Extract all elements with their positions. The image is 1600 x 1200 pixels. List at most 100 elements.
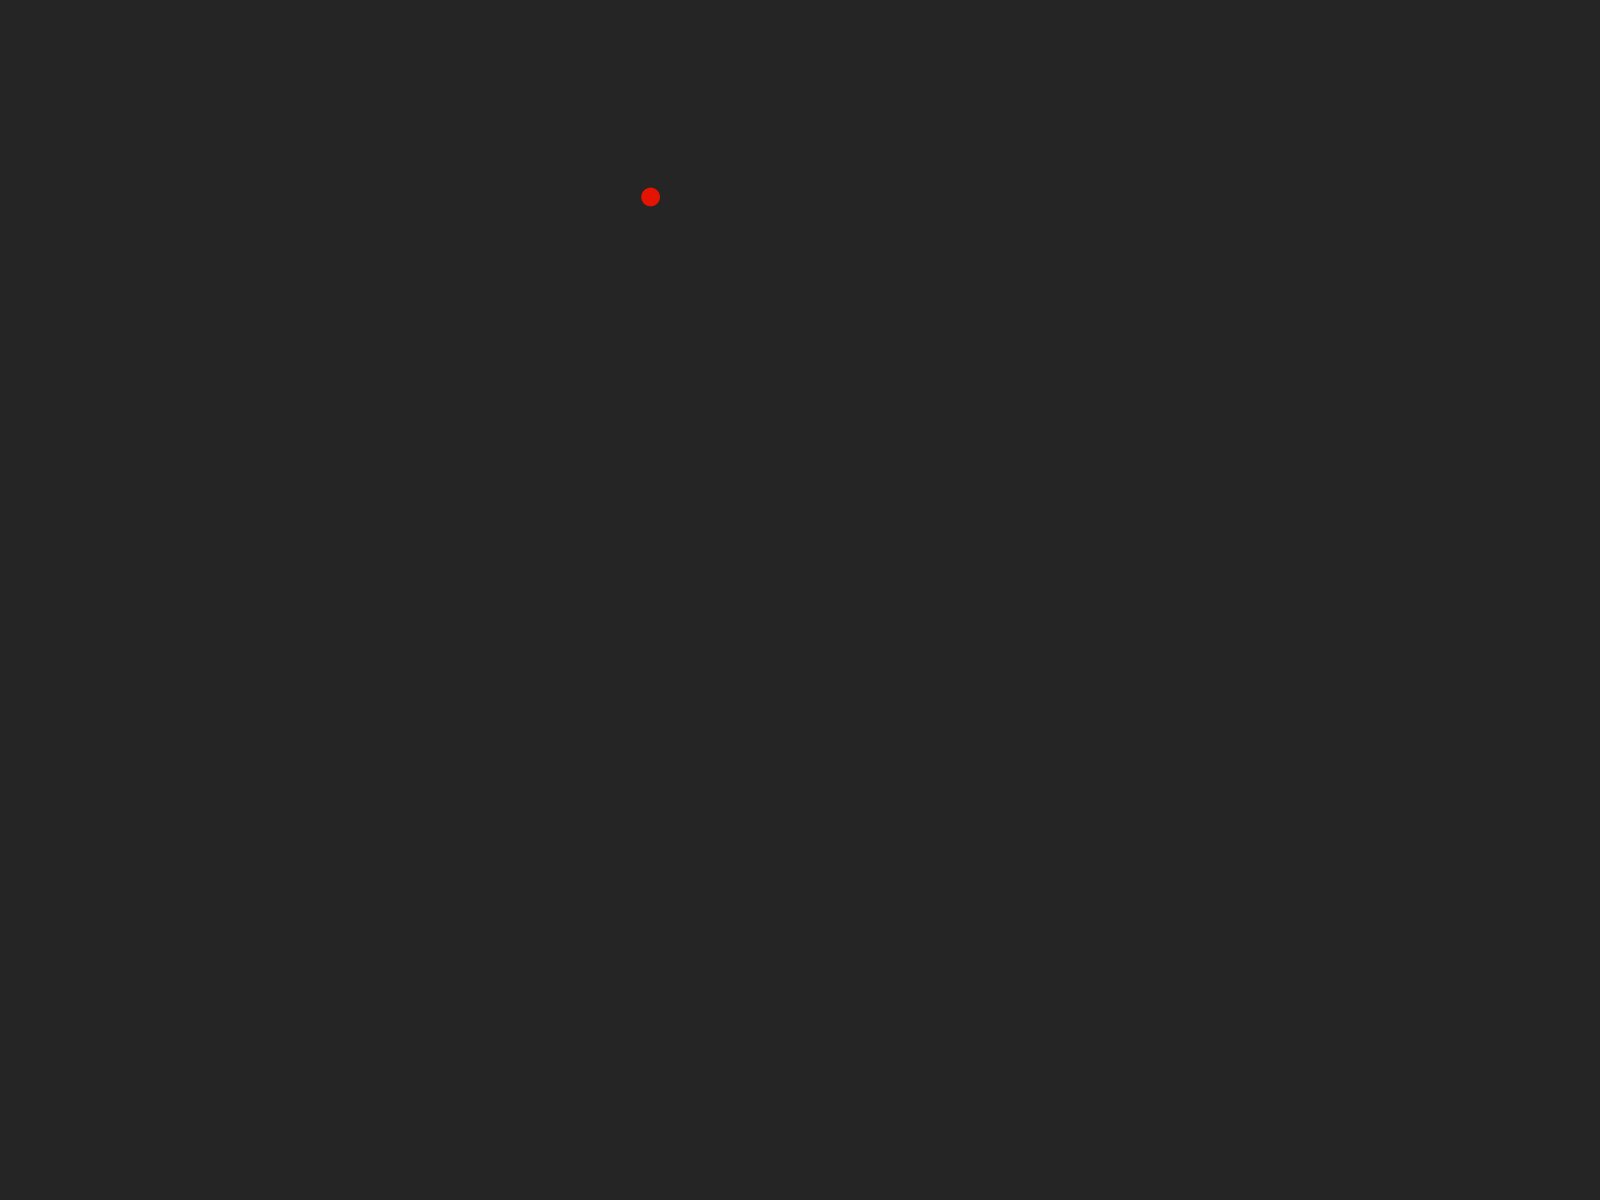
circuit-board-icon [868,5,998,135]
octoface-icon [307,901,437,1031]
info-icon [307,645,437,775]
key-icon [1430,645,1560,775]
chevron-left-icon [25,5,155,135]
remove-icon [868,1031,998,1161]
feedback-icon [25,390,155,520]
diff-added-icon [587,261,717,391]
icon-grid: 0110 PDF I { }M @ bcabac [0,0,1600,1200]
note-icon [167,901,297,1031]
file-symlink-file-icon [1289,390,1419,520]
pass-icon [1008,901,1138,1031]
file-media-icon [728,390,858,520]
git-pull-request-icon [1008,516,1138,646]
chevron-right-icon [167,5,297,135]
file-code-icon [587,390,717,520]
list-tree-icon [167,773,297,903]
refresh-icon [447,1031,577,1161]
device-camera-video-icon [167,261,297,391]
git-commit-icon [587,516,717,646]
issues-icon [728,645,858,775]
list-flat-icon [25,773,155,903]
debug-breakpoint-unsupported-icon [728,132,858,262]
file-zip-icon [1430,390,1560,520]
inbox-icon [167,645,297,775]
go-to-file-icon [1430,516,1560,646]
radio-tower-icon [25,1031,155,1161]
list-unordered-icon [307,773,437,903]
file-icon [167,390,297,520]
clippy-icon [1149,5,1279,135]
megaphone-icon [1289,773,1419,903]
close-all-icon [1430,5,1560,135]
markdown-icon: M [1149,773,1279,903]
location-icon [587,773,717,903]
device-camera-icon [25,261,155,391]
discard-icon [1289,261,1419,391]
regex-icon [587,1031,717,1161]
reactions-icon [167,1031,297,1161]
gear-icon [25,516,155,646]
issue-reopened-check-icon [447,645,577,775]
debug-pause-icon [1430,132,1560,262]
remote-icon [728,1031,858,1161]
file-submodule-icon [1008,390,1138,520]
circle-filled-icon [447,5,577,135]
loading-icon [447,773,577,903]
replace-all-icon: abac [1289,1031,1419,1161]
replace-all-char-icon: bc [1149,1031,1279,1161]
git-compare-icon [728,516,858,646]
jersey-icon [1008,645,1138,775]
debug-continue-icon [1149,132,1279,262]
database-icon [1008,132,1138,262]
file-binary-icon: 0110 [447,390,577,520]
clear-all-icon [1008,5,1138,135]
person-icon [1149,901,1279,1031]
device-mobile-icon [307,261,437,391]
diff-removed-dash-icon [1008,261,1138,391]
open-preview-icon [447,901,577,1031]
diff-renamed-icon [1149,261,1279,391]
file-pdf-icon: PDF [868,390,998,520]
diff-removed-icon [868,261,998,391]
debug-breakpoint-function-icon [447,132,577,262]
italic-icon: I [868,645,998,775]
json-icon: { } [1149,645,1279,775]
globe-icon [1289,516,1419,646]
organization-icon [587,901,717,1031]
replace-icon [1008,1031,1138,1161]
issues-reopened-icon [587,645,717,775]
package-icon [728,901,858,1031]
dashboard-icon [868,132,998,262]
lock-icon [728,773,858,903]
git-merge-icon [868,516,998,646]
chevron-up-icon [307,5,437,135]
file-blank-icon [307,390,437,520]
diff-modified-icon [728,261,858,391]
credit-card-icon [307,132,437,262]
circle-slash-icon [728,5,858,135]
circle-small-icon [587,5,717,135]
github-action-icon [1149,516,1279,646]
reply-icon [1430,1031,1560,1161]
file-symlink-directory-icon [1149,390,1279,520]
no-newline-icon [25,901,155,1031]
diff-icon [447,261,577,391]
compare-changes-icon [25,132,155,262]
kebab-vertical-icon [1289,645,1419,775]
debug-disconnect-icon [1289,132,1419,262]
edit-icon [1430,261,1560,391]
mail-icon [868,773,998,903]
mention-icon: @ [1430,773,1560,903]
file-lock-icon [447,516,577,646]
close-icon [1289,5,1419,135]
debug-breakpoint-log-icon [587,132,717,262]
gift-icon [167,516,297,646]
terminal-icon [167,132,297,262]
plug-icon [1430,901,1560,1031]
pin-icon [1289,901,1419,1031]
file-code-alt-icon [307,516,437,646]
keyboard-icon [307,1031,437,1161]
hubot-icon [25,645,155,775]
mail-read-icon [1008,773,1138,903]
paintcan-icon [868,901,998,1031]
